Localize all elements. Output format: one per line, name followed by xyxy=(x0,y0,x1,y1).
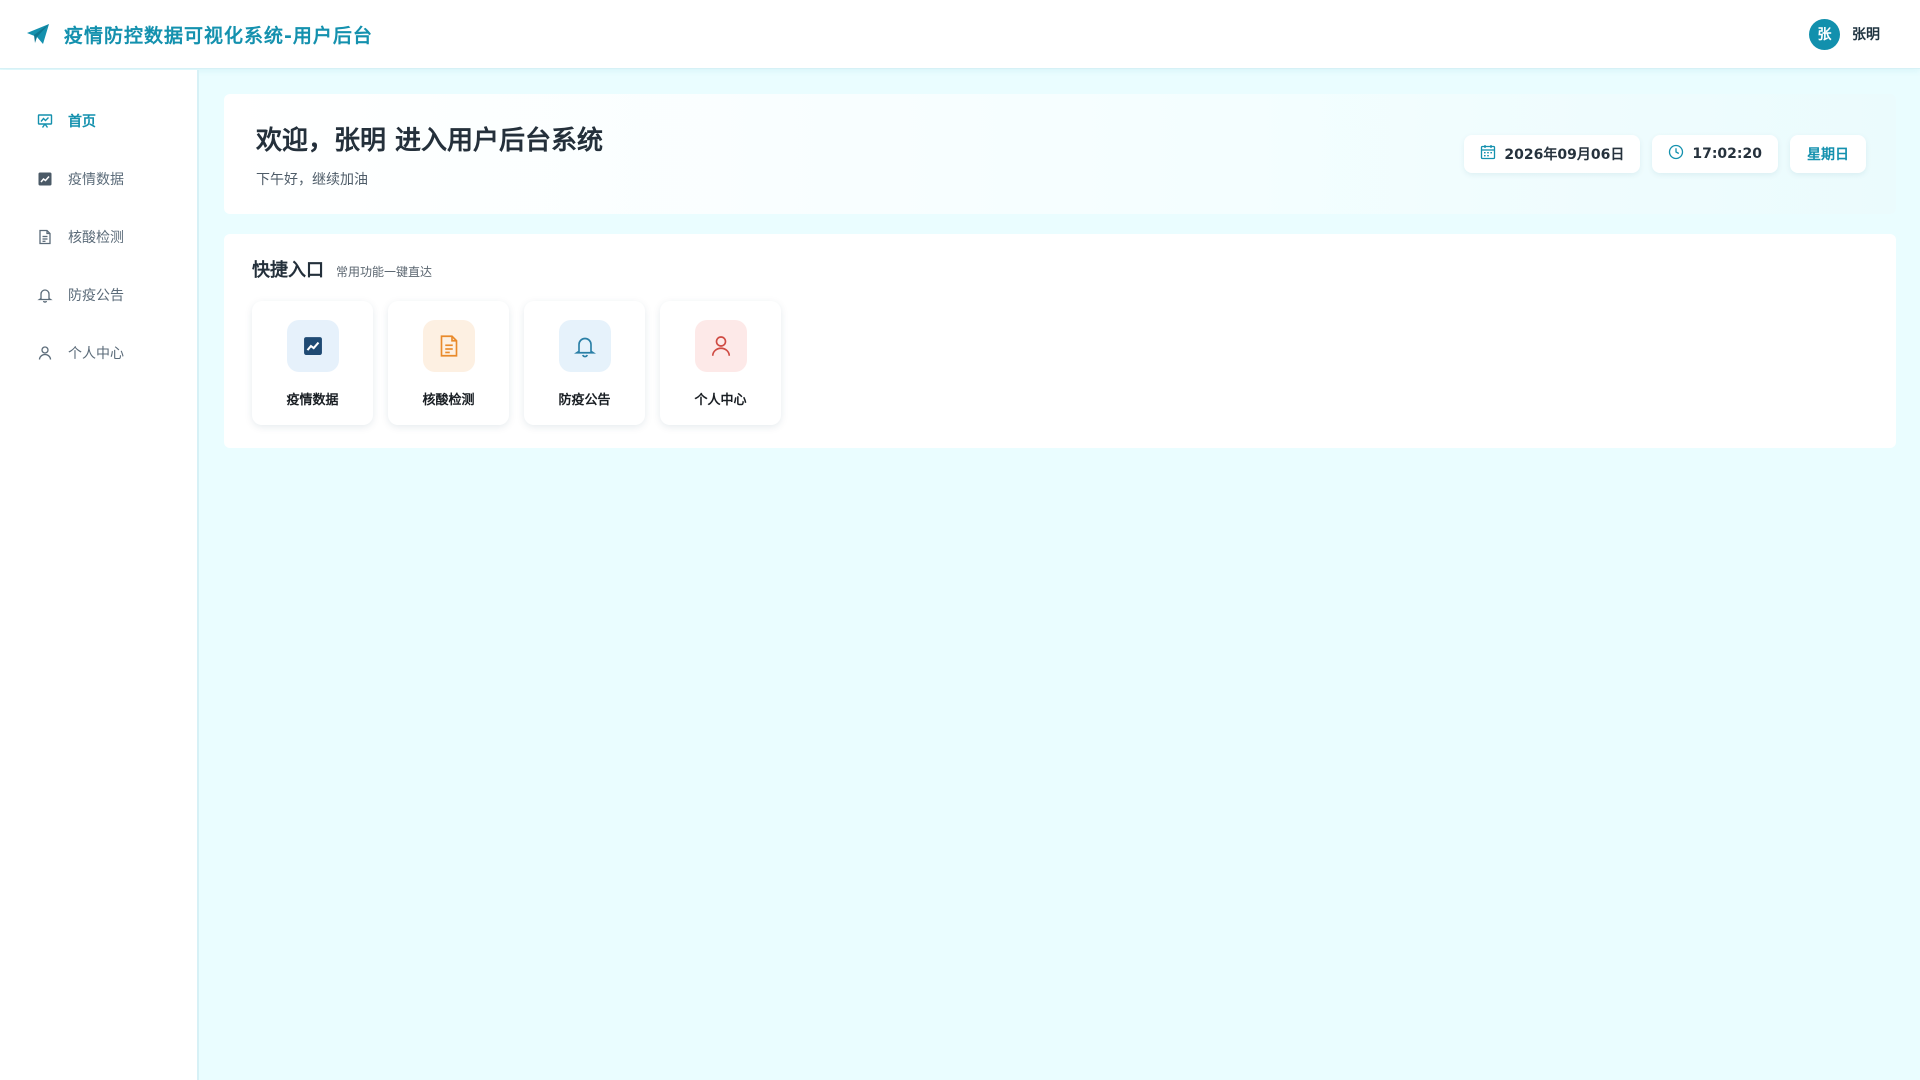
user-name[interactable]: 张明 xyxy=(1852,24,1880,44)
presentation-chart-icon xyxy=(36,112,54,130)
paper-plane-icon xyxy=(26,23,50,45)
sidebar-item-label: 个人中心 xyxy=(68,346,124,362)
sidebar-item-label: 首页 xyxy=(68,114,96,130)
document-icon xyxy=(422,320,475,372)
top-header: 疫情防控数据可视化系统-用户后台 张 张明 xyxy=(0,0,1920,69)
sidebar-item-home[interactable]: 首页 xyxy=(0,92,197,150)
user-icon xyxy=(694,320,747,372)
clock-icon xyxy=(1668,144,1684,164)
quick-item-announcements[interactable]: 防疫公告 xyxy=(524,301,645,425)
quick-access-list: 疫情数据 核酸检测 防疫公告 个人中心 xyxy=(252,301,1868,425)
weekday-chip: 星期日 xyxy=(1790,135,1866,173)
line-chart-icon xyxy=(36,170,54,188)
weekday-text: 星期日 xyxy=(1807,147,1849,163)
sidebar-item-label: 疫情数据 xyxy=(68,172,124,188)
user-icon xyxy=(36,344,54,362)
welcome-subtitle: 下午好，继续加油 xyxy=(256,171,368,188)
quick-item-label: 防疫公告 xyxy=(558,393,611,408)
sidebar-item-nucleic-test[interactable]: 核酸检测 xyxy=(0,208,197,266)
user-menu[interactable]: 张 张明 xyxy=(1809,18,1880,50)
quick-access-card: 快捷入口 常用功能一键直达 疫情数据 核酸检测 防疫公告 个人中心 xyxy=(224,234,1896,448)
quick-access-header: 快捷入口 常用功能一键直达 xyxy=(252,256,1868,282)
welcome-text: 欢迎，张明 进入用户后台系统 下午好，继续加油 xyxy=(256,120,603,189)
time-text: 17:02:20 xyxy=(1692,146,1762,162)
calendar-icon xyxy=(1480,144,1496,164)
line-chart-icon xyxy=(286,320,339,372)
quick-item-label: 核酸检测 xyxy=(422,393,475,408)
quick-item-nucleic-test[interactable]: 核酸检测 xyxy=(388,301,509,425)
date-chip: 2026年09月06日 xyxy=(1464,135,1641,173)
quick-access-subtitle: 常用功能一键直达 xyxy=(336,265,433,279)
document-icon xyxy=(36,228,54,246)
sidebar-item-epidemic-data[interactable]: 疫情数据 xyxy=(0,150,197,208)
time-chip: 17:02:20 xyxy=(1652,135,1778,173)
quick-access-title: 快捷入口 xyxy=(252,260,324,281)
quick-item-label: 疫情数据 xyxy=(286,393,339,408)
datetime-info: 2026年09月06日 17:02:20 星期日 xyxy=(1464,135,1866,173)
bell-icon xyxy=(36,286,54,304)
brand[interactable]: 疫情防控数据可视化系统-用户后台 xyxy=(26,21,373,48)
sidebar: 首页 疫情数据 核酸检测 防疫公告 个人中心 xyxy=(0,70,199,1080)
quick-item-epidemic-data[interactable]: 疫情数据 xyxy=(252,301,373,425)
avatar[interactable]: 张 xyxy=(1809,18,1840,50)
date-text: 2026年09月06日 xyxy=(1504,147,1625,163)
main-content: 欢迎，张明 进入用户后台系统 下午好，继续加油 2026年09月06日 17:0… xyxy=(200,70,1920,1080)
bell-icon xyxy=(558,320,611,372)
sidebar-item-label: 防疫公告 xyxy=(68,288,124,304)
sidebar-item-profile[interactable]: 个人中心 xyxy=(0,324,197,382)
sidebar-item-label: 核酸检测 xyxy=(68,230,124,246)
welcome-title: 欢迎，张明 进入用户后台系统 xyxy=(256,125,604,156)
sidebar-item-announcements[interactable]: 防疫公告 xyxy=(0,266,197,324)
app-title: 疫情防控数据可视化系统-用户后台 xyxy=(64,24,373,47)
welcome-card: 欢迎，张明 进入用户后台系统 下午好，继续加油 2026年09月06日 17:0… xyxy=(224,94,1896,214)
quick-item-label: 个人中心 xyxy=(694,393,747,408)
quick-item-profile[interactable]: 个人中心 xyxy=(660,301,781,425)
